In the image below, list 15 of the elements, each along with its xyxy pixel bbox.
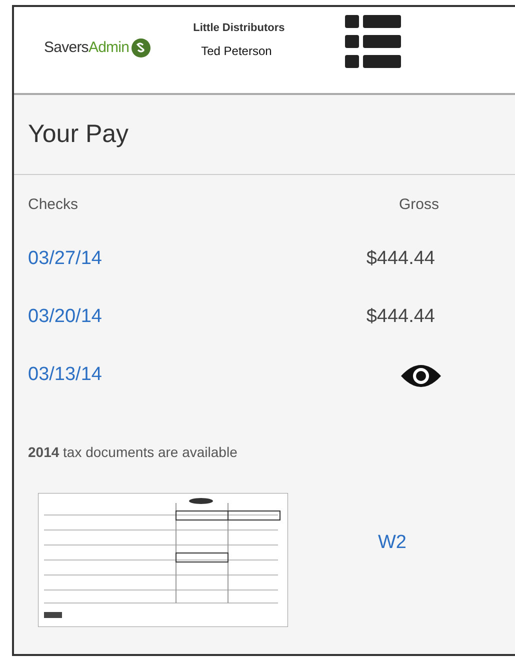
tax-note: 2014 tax documents are available xyxy=(28,444,238,460)
check-date-link[interactable]: 03/27/14 xyxy=(28,245,102,274)
gross-amount: $444.44 xyxy=(366,247,435,272)
w2-link[interactable]: W2 xyxy=(378,528,406,557)
page-title: Your Pay xyxy=(28,118,129,150)
menu-icon[interactable] xyxy=(344,15,401,69)
gross-amount: $444.44 xyxy=(366,305,435,330)
column-header: Gross xyxy=(398,195,439,215)
check-date-link[interactable]: 03/13/14 xyxy=(28,361,102,390)
column-header: Checks xyxy=(28,195,78,215)
company-name: Little Distributors xyxy=(193,21,285,36)
logo-text: SaversAdmin xyxy=(44,38,130,58)
user-name: Ted Peterson xyxy=(201,42,273,60)
logo-badge-icon xyxy=(131,38,152,58)
check-date-link[interactable]: 03/20/14 xyxy=(28,303,102,332)
